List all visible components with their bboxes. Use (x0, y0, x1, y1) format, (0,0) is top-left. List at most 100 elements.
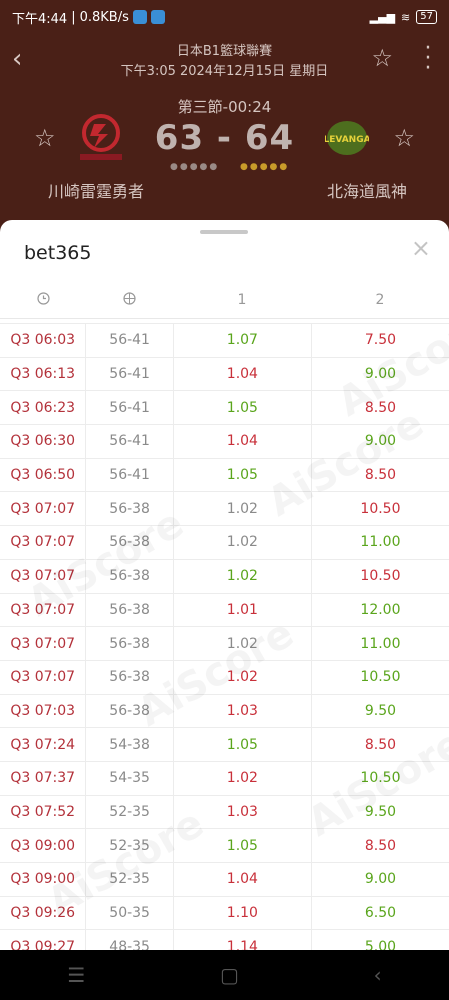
odds-away: 11.00 (360, 534, 401, 551)
odds-row: Q3 07:24 54-38 1.05 8.50 (0, 727, 449, 761)
odds-score: 54-35 (86, 761, 174, 795)
odds-away: 8.50 (364, 837, 397, 854)
odds-row: Q3 07:03 56-38 1.03 9.50 (0, 693, 449, 728)
odds-score: 56-38 (86, 492, 174, 526)
odds-away: 12.00 (360, 601, 401, 618)
odds-score: 56-41 (86, 425, 174, 458)
odds-away: 9.50 (364, 702, 397, 719)
away-timeouts: ●●●●● (240, 162, 290, 172)
odds-away: 9.50 (364, 803, 397, 820)
odds-row: Q3 09:00 52-35 1.04 9.00 (0, 862, 449, 896)
odds-away: 9.00 (364, 366, 397, 383)
home-team-name: 川崎雷霆勇者 (48, 182, 145, 201)
away-favorite-star-icon[interactable]: ☆ (393, 124, 415, 152)
odds-away: 7.50 (364, 332, 397, 349)
odds-score: 52-35 (86, 863, 174, 896)
odds-sheet: bet365 × 1 2 Q3 06:03 56-41 1.07 7.50 Q3 06:… (0, 220, 449, 950)
home-icon[interactable]: ▢ (220, 963, 239, 987)
bookmaker-name: bet365 (24, 242, 92, 264)
odds-row: Q3 06:30 56-41 1.04 9.00 (0, 424, 449, 458)
odds-home: 1.02 (174, 660, 312, 694)
odds-home: 1.03 (174, 694, 312, 728)
match-header: 下午4:44 | 0.8KB/s ▂▄▆ ≋ 57 ‹ 日本B1籃球聯賽 下午3… (0, 0, 449, 236)
odds-score: 50-35 (86, 896, 174, 930)
odds-away: 6.50 (364, 905, 397, 922)
odds-score: 56-38 (86, 694, 174, 728)
odds-home: 1.05 (174, 391, 312, 425)
odds-time: Q3 09:00 (0, 829, 87, 862)
odds-time: Q3 09:00 (0, 863, 87, 896)
odds-table-header: 1 2 (0, 282, 449, 319)
app-notification-icon (132, 10, 147, 24)
odds-row: Q3 07:37 54-35 1.02 10.50 (0, 760, 449, 795)
odds-score: 52-35 (86, 795, 174, 829)
odds-score: 54-38 (86, 728, 174, 761)
favorite-star-icon[interactable]: ☆ (371, 44, 393, 72)
odds-time: Q3 06:30 (0, 425, 87, 458)
odds-home: 1.02 (174, 761, 312, 795)
network-speed: 0.8KB/s (79, 9, 129, 25)
away-team-logo: LEVANGA (323, 118, 371, 158)
odds-time: Q3 07:37 (0, 761, 87, 795)
odds-home: 1.10 (174, 896, 312, 930)
odds-row: Q3 07:52 52-35 1.03 9.50 (0, 794, 449, 829)
odds-score: 56-41 (86, 458, 174, 492)
odds-away: 10.50 (360, 770, 401, 787)
drag-handle[interactable] (200, 230, 248, 234)
odds-table-body: Q3 06:03 56-41 1.07 7.50 Q3 06:13 56-41 1.04 9.… (0, 323, 449, 950)
odds-score: 56-41 (86, 357, 174, 391)
odds-row: Q3 06:13 56-41 1.04 9.00 (0, 356, 449, 391)
odds-time: Q3 06:50 (0, 458, 87, 492)
signal-icon: ▂▄▆ (369, 10, 396, 24)
clock-icon (0, 291, 86, 309)
odds-time: Q3 07:52 (0, 795, 87, 829)
odds-score: 52-35 (86, 829, 174, 862)
odds-row: Q3 06:23 56-41 1.05 8.50 (0, 390, 449, 425)
odds-home: 1.02 (174, 492, 312, 526)
odds-time: Q3 07:07 (0, 593, 87, 627)
odds-time: Q3 06:13 (0, 357, 87, 391)
odds-home: 1.02 (174, 559, 312, 593)
odds-away: 9.00 (364, 433, 397, 450)
odds-away: 10.50 (360, 568, 401, 585)
odds-time: Q3 09:26 (0, 896, 87, 930)
odds-home: 1.04 (174, 863, 312, 896)
menu-icon[interactable]: ☰ (67, 963, 85, 987)
system-nav-bar: ☰ ▢ ‹ (0, 950, 449, 1000)
odds-score: 56-38 (86, 593, 174, 627)
close-icon[interactable]: × (411, 234, 431, 262)
basketball-icon (86, 291, 173, 309)
odds-row: Q3 09:27 48-35 1.14 5.00 (0, 929, 449, 950)
column-away-odds: 2 (375, 292, 385, 308)
odds-home: 1.14 (174, 930, 312, 950)
odds-score: 56-38 (86, 526, 174, 559)
odds-score: 48-35 (86, 930, 174, 950)
odds-home: 1.04 (174, 425, 312, 458)
odds-home: 1.01 (174, 593, 312, 627)
odds-time: Q3 07:07 (0, 526, 87, 559)
odds-time: Q3 07:03 (0, 694, 87, 728)
odds-away: 10.50 (360, 500, 401, 517)
odds-home: 1.02 (174, 526, 312, 559)
match-score: 63 - 64 (154, 118, 295, 158)
odds-row: Q3 06:50 56-41 1.05 8.50 (0, 457, 449, 492)
column-home-odds: 1 (237, 292, 247, 308)
odds-home: 1.05 (174, 829, 312, 862)
odds-row: Q3 07:07 56-38 1.02 10.50 (0, 491, 449, 526)
back-nav-icon[interactable]: ‹ (374, 963, 382, 987)
odds-time: Q3 06:23 (0, 391, 87, 425)
odds-home: 1.04 (174, 357, 312, 391)
odds-time: Q3 07:07 (0, 559, 87, 593)
odds-away: 11.00 (360, 635, 401, 652)
odds-score: 56-41 (86, 324, 174, 357)
away-team-name: 北海道風神 (326, 182, 407, 201)
more-options-icon[interactable]: · · · (423, 38, 433, 80)
odds-home: 1.05 (174, 458, 312, 492)
odds-away: 9.00 (364, 871, 397, 888)
odds-row: Q3 06:03 56-41 1.07 7.50 (0, 323, 449, 357)
odds-away: 10.50 (360, 669, 401, 686)
odds-home: 1.07 (174, 324, 312, 357)
odds-time: Q3 07:07 (0, 492, 87, 526)
home-timeouts: ●●●●● (170, 162, 220, 172)
odds-home: 1.02 (174, 627, 312, 660)
